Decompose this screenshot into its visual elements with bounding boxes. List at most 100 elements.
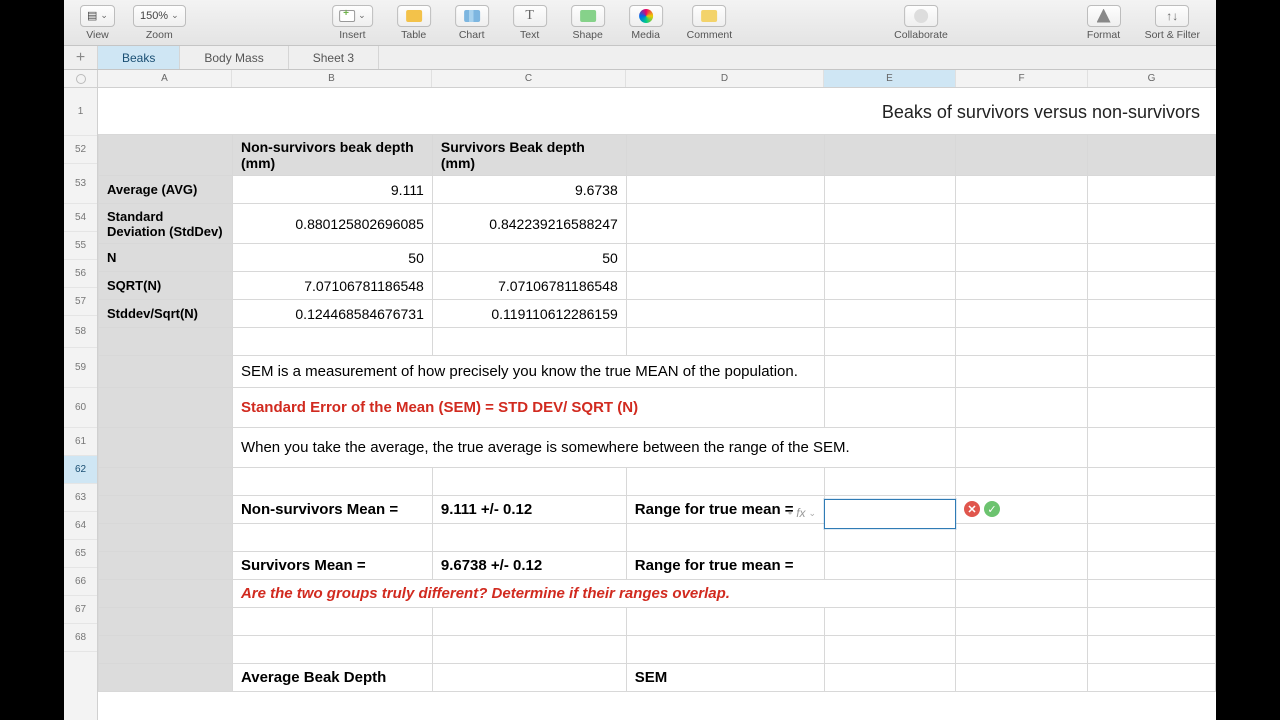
row-label-sdsn[interactable]: Stddev/Sqrt(N) (99, 300, 233, 328)
cell[interactable]: 0.880125802696085 (232, 204, 432, 244)
chart-icon (464, 10, 480, 22)
sv-mean-label[interactable]: Survivors Mean = (232, 552, 432, 580)
row-header[interactable]: 67 (64, 596, 97, 624)
sem-formula[interactable]: Standard Error of the Mean (SEM) = STD D… (232, 388, 824, 428)
col-header-c[interactable]: C (432, 70, 626, 87)
ns-mean-value[interactable]: 9.111 +/- 0.12 (432, 496, 626, 524)
formula-hint: • fx ⌄ (788, 502, 816, 524)
sort-filter-label: Sort & Filter (1145, 29, 1200, 41)
row-label-sd[interactable]: Standard Deviation (StdDev) (99, 204, 233, 244)
bottom-avg-label[interactable]: Average Beak Depth (232, 664, 432, 692)
row-header[interactable]: 61 (64, 428, 97, 456)
row-label-sqrtn[interactable]: SQRT(N) (99, 272, 233, 300)
row-header[interactable]: 63 (64, 484, 97, 512)
table-title: Beaks of survivors versus non-survivors (882, 102, 1200, 123)
cell[interactable]: 7.07106781186548 (232, 272, 432, 300)
comment-label: Comment (687, 29, 733, 41)
row-header[interactable]: 68 (64, 624, 97, 652)
bottom-sem-label[interactable]: SEM (626, 664, 824, 692)
media-label: Media (631, 29, 660, 41)
insert-label: Insert (339, 29, 365, 41)
col-header-e[interactable]: E (824, 70, 956, 87)
grid-wrap: 1 52 53 54 55 56 57 58 59 60 61 62 63 64… (64, 88, 1216, 720)
sem-description[interactable]: SEM is a measurement of how precisely yo… (232, 356, 824, 388)
sv-range-label[interactable]: Range for true mean = (626, 552, 824, 580)
col-header-g[interactable]: G (1088, 70, 1216, 87)
cell[interactable]: 0.842239216588247 (432, 204, 626, 244)
header-nonsurvivors[interactable]: Non-survivors beak depth (mm) (232, 135, 432, 176)
insert-icon (339, 10, 355, 22)
cell[interactable]: 50 (232, 244, 432, 272)
col-header-a[interactable]: A (98, 70, 232, 87)
comment-icon (701, 10, 717, 22)
spreadsheet-table: Non-survivors beak depth (mm) Survivors … (98, 134, 1216, 692)
chevron-down-icon: ⌄ (809, 508, 817, 519)
zoom-select[interactable]: 150%⌄ (133, 5, 186, 27)
col-header-b[interactable]: B (232, 70, 432, 87)
row-label-n[interactable]: N (99, 244, 233, 272)
cell[interactable]: 9.111 (232, 176, 432, 204)
media-button[interactable] (629, 5, 663, 27)
collaborate-button[interactable] (904, 5, 938, 27)
cell[interactable]: 0.124468584676731 (232, 300, 432, 328)
cancel-formula-button[interactable]: ✕ (964, 501, 980, 517)
tab-beaks[interactable]: Beaks (98, 46, 180, 69)
shape-label: Shape (572, 29, 602, 41)
cell[interactable]: 9.6738 (432, 176, 626, 204)
header-survivors[interactable]: Survivors Beak depth (mm) (432, 135, 626, 176)
row-header[interactable]: 56 (64, 260, 97, 288)
cell[interactable]: 50 (432, 244, 626, 272)
row-label-avg[interactable]: Average (AVG) (99, 176, 233, 204)
tab-sheet-3[interactable]: Sheet 3 (289, 46, 379, 69)
accept-formula-button[interactable]: ✓ (984, 501, 1000, 517)
column-headers: A B C D E F G (64, 70, 1216, 88)
media-icon (639, 9, 653, 23)
table-icon (406, 10, 422, 22)
view-label: View (86, 29, 109, 41)
ns-mean-label[interactable]: Non-survivors Mean = (232, 496, 432, 524)
row-header[interactable]: 59 (64, 348, 97, 388)
add-sheet-button[interactable]: + (64, 46, 98, 69)
select-all-corner[interactable] (64, 70, 98, 87)
tab-body-mass[interactable]: Body Mass (180, 46, 288, 69)
corner-icon (76, 74, 86, 84)
col-header-d[interactable]: D (626, 70, 824, 87)
shape-icon (580, 10, 596, 22)
row-header[interactable]: 60 (64, 388, 97, 428)
shape-button[interactable] (571, 5, 605, 27)
text-button[interactable]: T (513, 5, 547, 27)
sort-filter-button[interactable]: ↑↓ (1155, 5, 1189, 27)
fx-dot-icon: • (788, 506, 792, 520)
format-label: Format (1087, 29, 1120, 41)
row-header[interactable]: 57 (64, 288, 97, 316)
sv-mean-value[interactable]: 9.6738 +/- 0.12 (432, 552, 626, 580)
avg-description[interactable]: When you take the average, the true aver… (232, 428, 955, 468)
row-header[interactable]: 54 (64, 204, 97, 232)
row-header-active[interactable]: 62 (64, 456, 97, 484)
row-header[interactable]: 55 (64, 232, 97, 260)
sheet-tabs: + Beaks Body Mass Sheet 3 (64, 46, 1216, 70)
insert-button[interactable]: ⌄ (332, 5, 373, 27)
row-header[interactable]: 58 (64, 316, 97, 348)
cell-editor[interactable] (824, 499, 956, 529)
row-header[interactable]: 52 (64, 136, 97, 164)
col-header-f[interactable]: F (956, 70, 1088, 87)
format-button[interactable] (1087, 5, 1121, 27)
comment-button[interactable] (692, 5, 726, 27)
question-text[interactable]: Are the two groups truly different? Dete… (232, 580, 955, 608)
row-headers: 1 52 53 54 55 56 57 58 59 60 61 62 63 64… (64, 88, 98, 720)
row-header[interactable]: 53 (64, 164, 97, 204)
format-icon (1097, 9, 1111, 23)
table-button[interactable] (397, 5, 431, 27)
row-header[interactable]: 66 (64, 568, 97, 596)
cell[interactable]: 7.07106781186548 (432, 272, 626, 300)
cell[interactable]: 0.119110612286159 (432, 300, 626, 328)
view-button[interactable]: ▤⌄ (80, 5, 115, 27)
row-header[interactable]: 1 (64, 88, 97, 136)
row-header[interactable]: 64 (64, 512, 97, 540)
chart-label: Chart (459, 29, 485, 41)
grid[interactable]: Beaks of survivors versus non-survivors … (98, 88, 1216, 720)
fx-icon: fx (796, 506, 805, 520)
row-header[interactable]: 65 (64, 540, 97, 568)
chart-button[interactable] (455, 5, 489, 27)
